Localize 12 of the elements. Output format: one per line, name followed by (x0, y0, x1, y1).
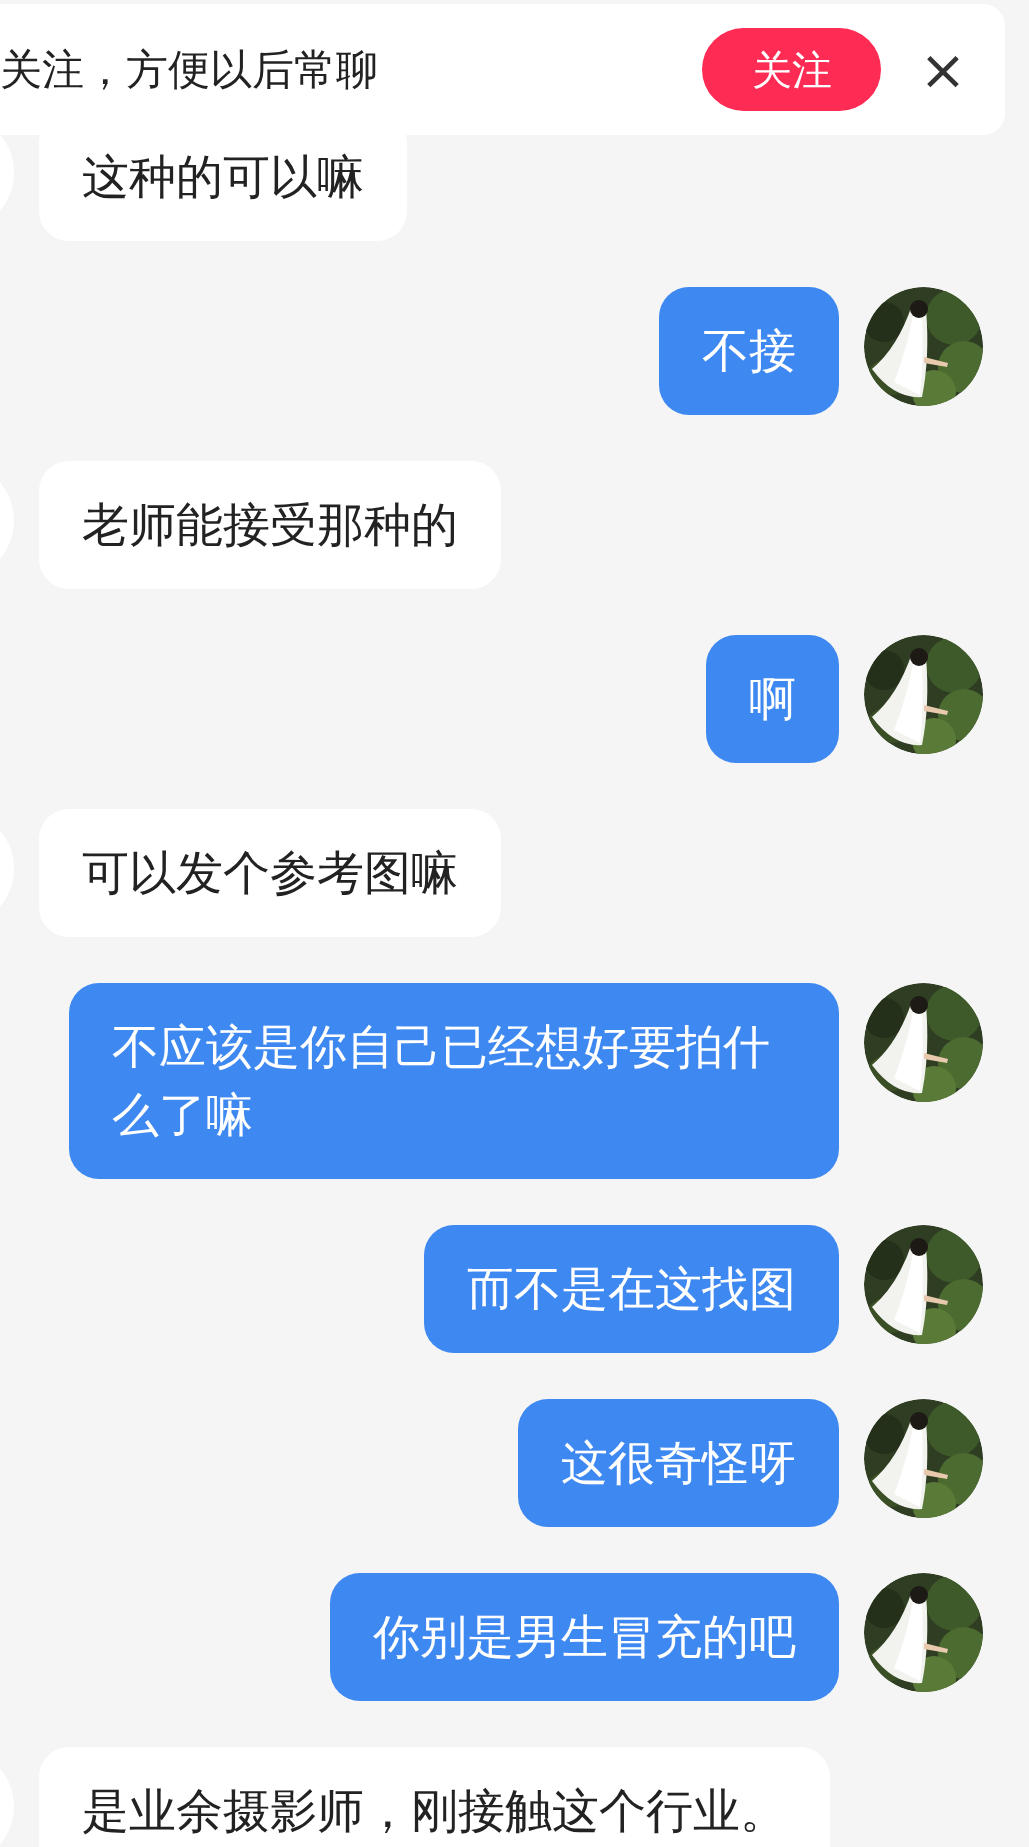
banner-text: 关注，方便以后常聊 (0, 44, 379, 96)
message-bubble: 不应该是你自己已经想好要拍什么了嘛 (69, 983, 839, 1179)
message-bubble: 是业余摄影师，刚接触这个行业。 (39, 1747, 830, 1847)
follow-button[interactable]: 关注 (702, 28, 881, 111)
message-bubble: 可以发个参考图嘛 (39, 809, 501, 937)
message-bubble: 而不是在这找图 (424, 1225, 839, 1353)
message-bubble: 这很奇怪呀 (518, 1399, 839, 1527)
message-bubble: 啊 (706, 635, 839, 763)
message-bubble: 不接 (659, 287, 839, 415)
close-button[interactable]: × (921, 39, 965, 100)
message-bubble: 老师能接受那种的 (39, 461, 501, 589)
message-bubble: 你别是男生冒充的吧 (330, 1573, 839, 1701)
